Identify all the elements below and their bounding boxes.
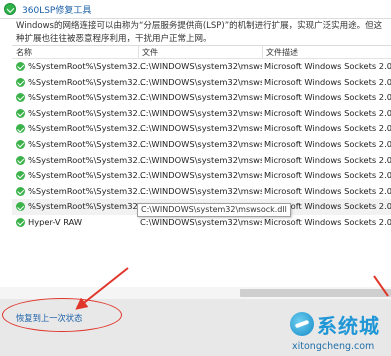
cell-file: C:\WINDOWS\system32\mswso... <box>140 76 262 87</box>
column-divider[interactable] <box>138 46 139 58</box>
table-row[interactable]: %SystemRoot%\System32...C:\WINDOWS\syste… <box>12 184 391 200</box>
cell-name: %SystemRoot%\System32... <box>28 107 146 118</box>
table-row[interactable]: %SystemRoot%\System32...C:\WINDOWS\syste… <box>12 137 391 153</box>
cell-description: Microsoft Windows Sockets 2.0... <box>264 154 391 165</box>
check-circle-icon <box>16 108 25 118</box>
check-circle-icon <box>16 217 25 227</box>
table-row[interactable]: %SystemRoot%\System32...C:\WINDOWS\syste… <box>12 106 391 122</box>
description-text: Windows的网络连接可以由称为“分层服务提供商(LSP)”的机制进行扩展，实… <box>16 21 383 44</box>
column-header-name[interactable]: 名称 <box>16 47 32 58</box>
cell-description: Microsoft Windows Sockets 2.0... <box>264 61 391 71</box>
cell-name: %SystemRoot%\System32... <box>28 154 146 165</box>
window-title: 360LSP修复工具 <box>22 6 92 16</box>
table-header: 名称 文件 文件描述 <box>12 46 391 59</box>
cell-file: C:\WINDOWS\system32\mswso... <box>140 216 262 227</box>
cell-file: C:\WINDOWS\system32\mswso... <box>140 107 262 118</box>
table-row[interactable]: Hyper-V RAW C:\WINDOWS\system32\mswso...M… <box>12 215 391 231</box>
column-header-file[interactable]: 文件 <box>142 47 158 58</box>
cell-name: %SystemRoot%\System32... <box>28 170 146 181</box>
cell-name: %SystemRoot%\System32... <box>28 61 146 71</box>
watermark-title: 系统城 <box>317 314 380 338</box>
table-row[interactable]: %SystemRoot%\System32...C:\WINDOWS\syste… <box>12 153 391 169</box>
table-row[interactable]: %SystemRoot%\System32...C:\WINDOWS\syste… <box>12 90 391 106</box>
cell-name: %SystemRoot%\System32... <box>28 123 146 134</box>
watermark: 系统城 xitongcheng.com <box>290 308 390 356</box>
check-circle-icon <box>16 155 25 165</box>
app-shield-icon <box>4 3 16 15</box>
cell-name: %SystemRoot%\System32... <box>28 185 146 196</box>
column-divider[interactable] <box>262 46 263 58</box>
check-circle-icon <box>16 124 25 134</box>
check-circle-icon <box>16 202 25 212</box>
table-row[interactable]: %SystemRoot%\System32...C:\WINDOWS\syste… <box>12 168 391 184</box>
cell-description: Microsoft Windows Sockets 2.0... <box>264 185 391 196</box>
title-bar: 360LSP修复工具 <box>0 0 391 19</box>
table-row[interactable]: %SystemRoot%\System32...C:\WINDOWS\syste… <box>12 75 391 91</box>
cell-file: C:\WINDOWS\system32\mswso... <box>140 92 262 103</box>
cell-name: %SystemRoot%\System32... <box>28 138 146 149</box>
column-header-description[interactable]: 文件描述 <box>266 47 298 58</box>
cell-name: %SystemRoot%\System32... <box>28 201 146 212</box>
check-circle-icon <box>16 171 25 181</box>
cell-description: Microsoft Windows Sockets 2.0... <box>264 92 391 103</box>
cell-name: %SystemRoot%\System32... <box>28 76 146 87</box>
file-path-tooltip: C:\WINDOWS\system32\mswsock.dll <box>137 203 291 217</box>
cell-file: C:\WINDOWS\system32\mswso... <box>140 170 262 181</box>
cell-name: %SystemRoot%\System32... <box>28 92 146 103</box>
table-row[interactable]: %SystemRoot%\System32...C:\WINDOWS\syste… <box>12 121 391 137</box>
annotation-highlight-ellipse <box>2 298 122 332</box>
check-circle-icon <box>16 186 25 196</box>
cell-name: Hyper-V RAW <box>28 216 83 227</box>
cell-file: C:\WINDOWS\system32\mswso... <box>140 154 262 165</box>
scrollbar-thumb[interactable] <box>240 289 391 297</box>
cell-description: Microsoft Windows Sockets 2.0... <box>264 107 391 118</box>
cell-description: Microsoft Windows Sockets 2.0... <box>264 138 391 149</box>
check-circle-icon <box>16 62 25 71</box>
cell-description: Microsoft Windows Sockets 2.0... <box>264 216 391 227</box>
cell-file: C:\WINDOWS\system32\mswso... <box>140 123 262 134</box>
cell-file: C:\WINDOWS\system32\mswso... <box>140 138 262 149</box>
watermark-url: xitongcheng.com <box>292 341 375 352</box>
check-circle-icon <box>16 93 25 103</box>
cell-description: Microsoft Windows Sockets 2.0... <box>264 76 391 87</box>
cell-description: Microsoft Windows Sockets 2.0... <box>264 170 391 181</box>
cell-file: C:\WINDOWS\system32\mswso... <box>140 61 262 71</box>
table-row[interactable]: %SystemRoot%\System32...C:\WINDOWS\syste… <box>12 59 391 75</box>
check-circle-icon <box>16 139 25 149</box>
check-circle-icon <box>16 77 25 87</box>
cell-description: Microsoft Windows Sockets 2.0... <box>264 123 391 134</box>
watermark-logo-icon <box>290 312 314 336</box>
cell-file: C:\WINDOWS\system32\mswso... <box>140 185 262 196</box>
